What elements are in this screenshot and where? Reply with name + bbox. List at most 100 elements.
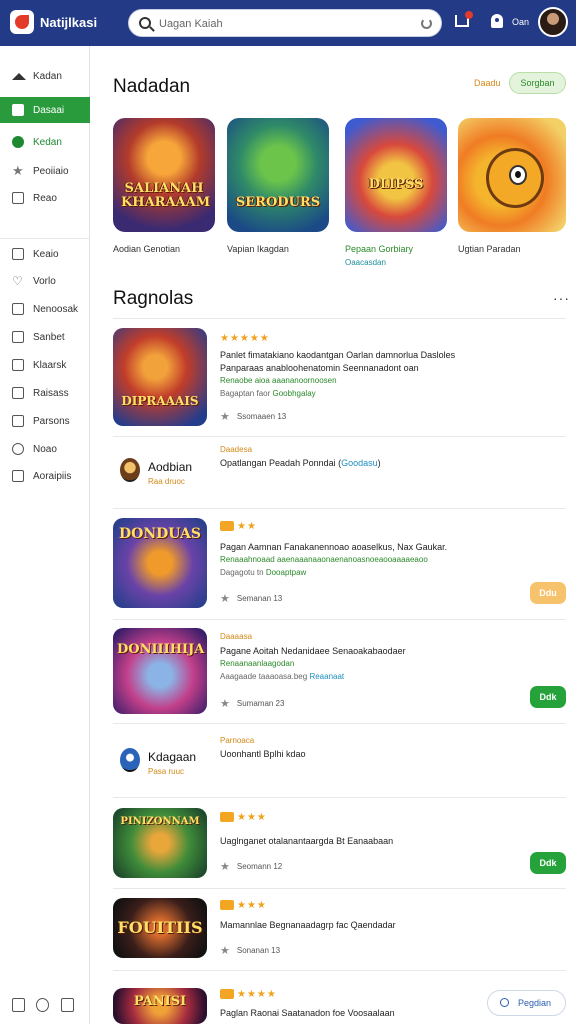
inbox-icon <box>12 331 24 343</box>
item-description: Panparaas anabloohenatomin Seennanadont … <box>220 363 419 373</box>
box-icon <box>12 248 24 260</box>
user-name[interactable]: Oan <box>512 17 529 27</box>
sidebar-item-peoiiaio[interactable]: Peoiiaio <box>0 158 90 184</box>
dot-icon <box>12 136 24 148</box>
featured-tile[interactable] <box>458 118 566 232</box>
item-meta: Bagaptan faor Goobhgalay <box>220 389 316 398</box>
item-action-button[interactable]: Ddk <box>530 686 566 708</box>
item-description: Opatlangan Peadah Ponndai (Goodasu) <box>220 458 381 468</box>
item-subtitle: Raa druoc <box>148 477 185 486</box>
item-description: Uoonhantl Bplhi kdao <box>220 749 306 759</box>
tile-label[interactable]: Aodian Genotian <box>113 244 180 254</box>
top-bar: Natijlkasi Oan <box>0 0 576 46</box>
game-logo-icon <box>120 458 140 482</box>
heart-icon <box>12 275 24 287</box>
sidebar-item-reao[interactable]: Reao <box>0 185 90 211</box>
item-rating: ★ Sonanan 13 <box>220 945 281 957</box>
item-category: Parnoaca <box>220 736 255 745</box>
app-title: Natijlkasi <box>40 15 98 30</box>
divider <box>113 619 566 620</box>
gift-icon[interactable] <box>61 998 74 1012</box>
item-action-button[interactable]: Ddu <box>530 582 566 604</box>
sidebar-divider <box>0 238 90 239</box>
sidebar-item-vorlo[interactable]: Vorlo <box>0 268 90 294</box>
item-rating: ★ Ssomaaen 13 <box>220 411 287 423</box>
item-description-green: Renaanaanlaagodan <box>220 659 295 668</box>
item-meta: Aaagaade taaaoasa.beg Reaanaat <box>220 672 345 681</box>
check-icon <box>12 470 24 482</box>
list-item-thumbnail[interactable]: FOUITIIS <box>113 898 207 958</box>
featured-tile[interactable]: DLIPSS <box>345 118 447 232</box>
star-icon: ★ <box>220 945 230 957</box>
tile-art-text: SALIANAH KHARAAAM <box>121 181 211 210</box>
chart-icon <box>12 359 24 371</box>
more-options-icon[interactable]: ··· <box>553 290 570 306</box>
sidebar-item-nenoosak[interactable]: Nenoosak <box>0 296 90 322</box>
featured-tile[interactable]: SERODURS <box>227 118 329 232</box>
divider <box>113 436 566 437</box>
sidebar-item-kedan[interactable]: Kedan <box>0 129 90 155</box>
sidebar-item-raisass[interactable]: Raisass <box>0 380 90 406</box>
tile-label[interactable]: Ugtian Paradan <box>458 244 521 254</box>
featured-chip-button[interactable]: Sorgban <box>509 72 566 94</box>
item-description: Mamannlae Begnanaadagrp fac Qaendadar <box>220 920 396 930</box>
mascot-face-icon <box>486 148 544 208</box>
item-meta: Dagagotu tn Dooaptpaw <box>220 568 307 577</box>
featured-tile[interactable]: SALIANAH KHARAAAM <box>113 118 215 232</box>
tile-art-text: DLIPSS <box>368 177 424 192</box>
rating-stars: ★★★★★ <box>220 333 270 344</box>
item-name[interactable]: Kdagaan <box>148 750 196 764</box>
game-logo-icon <box>120 748 140 772</box>
sidebar-item-dasaai[interactable]: Dasaai <box>0 97 90 123</box>
item-description: Paglan Raonai Saatanadon foe Voosaalaan <box>220 1008 395 1018</box>
tile-label[interactable]: Pepaan Gorbiary <box>345 244 413 254</box>
mail-icon <box>12 192 24 204</box>
item-description: Pagan Aamnan Fanakanennoao aoaselkus, Na… <box>220 542 448 552</box>
list-item-thumbnail[interactable]: DONIIIHIJA <box>113 628 207 714</box>
item-category: Daaaasa <box>220 632 253 641</box>
list-item-thumbnail[interactable]: DONDUAS <box>113 518 207 608</box>
divider <box>113 508 566 509</box>
sidebar-item-aoraipiis[interactable]: Aoraipiis <box>0 463 90 489</box>
square-icon <box>12 104 24 116</box>
star-icon: ★ <box>220 411 230 423</box>
sidebar-item-keaio[interactable]: Keaio <box>0 241 90 267</box>
rating-stars: ★★★ <box>220 812 267 823</box>
star-icon: ★ <box>220 698 230 710</box>
search-box[interactable] <box>128 9 442 37</box>
app-logo-icon[interactable] <box>10 10 34 34</box>
list-item-thumbnail[interactable]: DIPRAAAIS <box>113 328 207 426</box>
tile-sublabel: Oaacasdan <box>345 258 386 267</box>
list-item-thumbnail[interactable]: PINIZONNAM <box>113 808 207 878</box>
sidebar-item-sanbet[interactable]: Sanbet <box>0 324 90 350</box>
featured-title: Nadadan <box>113 76 191 97</box>
sidebar-bottom-icons <box>0 994 90 1016</box>
divider <box>113 797 566 798</box>
tile-label[interactable]: Vapian Ikagdan <box>227 244 289 254</box>
list-item-thumbnail[interactable]: PANISI <box>113 988 207 1024</box>
search-icon <box>500 998 509 1007</box>
sidebar-item-noao[interactable]: Noao <box>0 436 90 462</box>
floating-search-button[interactable]: Pegdian <box>487 990 566 1016</box>
sidebar-item-klaarsk[interactable]: Klaarsk <box>0 352 90 378</box>
item-name[interactable]: Aodbian <box>148 460 192 474</box>
star-icon <box>12 165 24 177</box>
clock-icon[interactable] <box>36 998 49 1012</box>
item-description: Panlet fimatakiano kaodantgan Oarlan dam… <box>220 350 456 360</box>
refresh-icon[interactable] <box>421 18 432 29</box>
avatar[interactable] <box>538 7 568 37</box>
featured-link[interactable]: Daadu <box>474 78 501 88</box>
item-description-green: Renaobe aioa aaananoornoosen <box>220 376 337 385</box>
item-description-green: Renaaahnoaad aaenaaanaaonaenanoasnoeaooa… <box>220 555 428 564</box>
divider <box>113 318 566 319</box>
sidebar-item-kadan[interactable]: Kadan <box>0 63 90 89</box>
bell-icon[interactable] <box>491 14 503 28</box>
item-action-button[interactable]: Ddk <box>530 852 566 874</box>
sidebar-item-parsons[interactable]: Parsons <box>0 408 90 434</box>
trash-icon[interactable] <box>12 998 25 1012</box>
search-input[interactable] <box>159 15 409 33</box>
item-rating: ★ Seomann 12 <box>220 861 283 873</box>
list-title: Ragnolas <box>113 288 194 309</box>
item-rating: ★ Semanan 13 <box>220 593 283 605</box>
item-rating: ★ Sumaman 23 <box>220 698 285 710</box>
